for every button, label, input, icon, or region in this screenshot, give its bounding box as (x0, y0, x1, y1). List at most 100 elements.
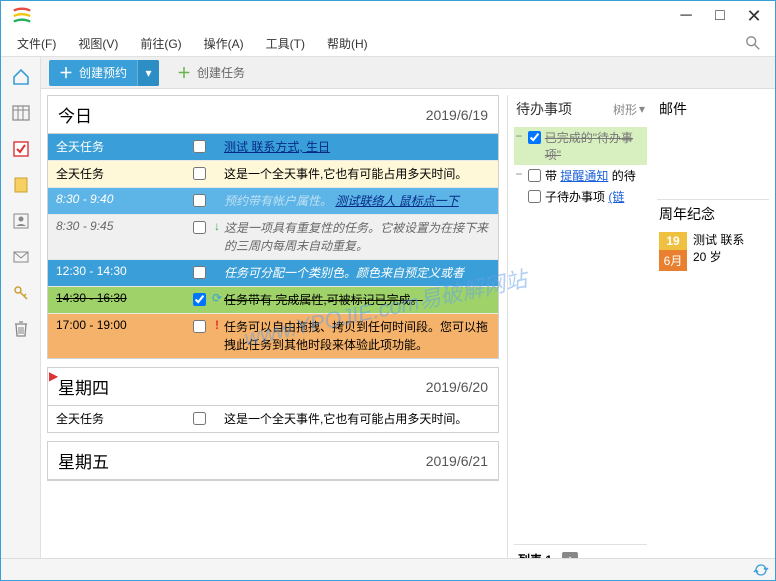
menu-view[interactable]: 视图(V) (68, 32, 128, 55)
sidebar-home[interactable] (7, 63, 35, 91)
event-checkbox[interactable] (193, 167, 206, 180)
anniversary-text: 测试 联系 20 岁 (693, 232, 744, 271)
event-row[interactable]: 全天任务 这是一个全天事件,它也有可能占用多天时间。 (48, 161, 498, 188)
event-text: 任务带有 完成属性,可被标记已完成。 (224, 287, 498, 313)
create-task-label: 创建任务 (197, 64, 245, 81)
event-checkbox[interactable] (193, 412, 206, 425)
event-time: 全天任务 (48, 134, 188, 159)
menu-file[interactable]: 文件(F) (7, 32, 66, 55)
event-row[interactable]: 8:30 - 9:40预约带有帐户属性。 测试联络人 鼠标点一下 (48, 188, 498, 215)
calendar-panel: 今日2019/6/19全天任务测试 联系方式, 生日全天任务这是一个全天事件,它… (47, 95, 499, 574)
day-block: 今日2019/6/19全天任务测试 联系方式, 生日全天任务这是一个全天事件,它… (47, 95, 499, 359)
sync-icon[interactable] (753, 562, 769, 578)
event-time: 12:30 - 14:30 (48, 260, 188, 282)
close-button[interactable]: ✕ (737, 2, 771, 30)
todo-view-mode[interactable]: 树形 ▾ (613, 101, 645, 118)
day-date: 2019/6/19 (426, 107, 488, 123)
todo-panel: 待办事项 树形 ▾ −已完成的"待办事项"−带 提醒通知 的待子待办事项 (链 … (507, 95, 647, 574)
sidebar-contacts[interactable] (7, 207, 35, 235)
menu-goto[interactable]: 前往(G) (130, 32, 191, 55)
todo-text: 带 提醒通知 的待 (545, 167, 636, 184)
event-link[interactable]: 测试联络人 鼠标点一下 (335, 194, 458, 208)
event-marker (210, 260, 224, 264)
sidebar-calendar[interactable] (7, 99, 35, 127)
sidebar (1, 57, 41, 580)
mail-header[interactable]: 邮件 (657, 95, 769, 129)
event-marker (210, 188, 224, 192)
event-checkbox[interactable] (193, 140, 206, 153)
sidebar-trash[interactable] (7, 315, 35, 343)
create-appointment-dropdown[interactable]: ▾ (137, 60, 159, 86)
sidebar-tasks[interactable] (7, 135, 35, 163)
event-time: 14:30 - 16:30 (48, 287, 188, 309)
tree-toggle[interactable]: − (514, 167, 524, 181)
anniversary-item[interactable]: 19 6月 测试 联系 20 岁 (657, 230, 769, 273)
todo-checkbox[interactable] (528, 131, 541, 144)
minimize-button[interactable]: ─ (669, 2, 703, 30)
toolbar: ＋ 创建预约 ▾ ＋ 创建任务 (41, 57, 775, 89)
day-name: 星期五 (58, 448, 109, 473)
event-checkbox[interactable] (193, 293, 206, 306)
titlebar: ─ □ ✕ (1, 1, 775, 31)
event-time: 全天任务 (48, 161, 188, 186)
event-time: 8:30 - 9:40 (48, 188, 188, 210)
todo-text: 已完成的"待办事项" (545, 129, 647, 163)
day-block: 星期五2019/6/21 (47, 441, 499, 481)
plus-icon: ＋ (59, 63, 73, 83)
current-time-indicator: ▶ (49, 369, 58, 383)
event-row[interactable]: 17:00 - 19:00!任务可以自由拖拽、拷贝到任何时间段。您可以拖拽此任务… (48, 314, 498, 358)
event-marker (210, 406, 224, 410)
app-logo (11, 5, 33, 27)
event-row[interactable]: 12:30 - 14:30 任务可分配一个类别色。颜色来自预定义或者 (48, 260, 498, 287)
event-row[interactable]: 全天任务 这是一个全天事件,它也有可能占用多天时间。 (48, 406, 498, 432)
event-row[interactable]: 8:30 - 9:45 ↓这是一项具有重复性的任务。它被设置为在接下来的三周内每周… (48, 215, 498, 260)
day-header[interactable]: 星期四2019/6/20 (48, 368, 498, 406)
event-time: 17:00 - 19:00 (48, 314, 188, 336)
event-text: 这是一个全天事件,它也有可能占用多天时间。 (224, 406, 498, 432)
menu-action[interactable]: 操作(A) (194, 32, 254, 55)
event-row[interactable]: 14:30 - 16:30 ⟳任务带有 完成属性,可被标记已完成。 (48, 287, 498, 314)
sidebar-notes[interactable] (7, 171, 35, 199)
event-checkbox[interactable] (193, 221, 206, 234)
date-badge: 19 6月 (659, 232, 687, 271)
todo-tree: − 已完成的"待办事项" − 带 提醒通知 的待子待办事项 (链 (514, 127, 647, 544)
event-marker: ⟳ (210, 287, 224, 305)
event-time: 8:30 - 9:45 (48, 215, 188, 237)
day-name: 今日 (58, 102, 92, 127)
todo-checkbox[interactable] (528, 169, 541, 182)
event-marker: ↓ (210, 215, 224, 233)
event-text: 任务可以自由拖拽、拷贝到任何时间段。您可以拖拽此任务到其他时段来体验此项功能。 (224, 314, 498, 358)
create-task-button[interactable]: ＋ 创建任务 (177, 63, 245, 83)
search-icon[interactable] (745, 35, 763, 53)
event-marker (210, 134, 224, 138)
todo-checkbox[interactable] (528, 190, 541, 203)
todo-title: 待办事项 (516, 99, 572, 119)
anniversary-header: 周年纪念 (657, 199, 769, 230)
event-link[interactable]: 测试 联系方式, 生日 (224, 140, 330, 154)
create-appointment-button[interactable]: ＋ 创建预约 ▾ (49, 60, 159, 86)
tree-toggle[interactable]: − (514, 129, 524, 143)
day-header[interactable]: 今日 2019/6/19 (48, 96, 498, 134)
todo-item[interactable]: 子待办事项 (链 (514, 186, 647, 207)
plus-icon: ＋ (177, 63, 191, 83)
event-time: 全天任务 (48, 406, 188, 431)
day-block: 星期四2019/6/20全天任务 这是一个全天事件,它也有可能占用多天时间。 (47, 367, 499, 433)
todo-item[interactable]: − 带 提醒通知 的待 (514, 165, 647, 186)
event-row[interactable]: 全天任务 测试 联系方式, 生日 (48, 134, 498, 161)
todo-text: 子待办事项 (链 (545, 188, 624, 205)
menu-help[interactable]: 帮助(H) (317, 32, 378, 55)
sidebar-mail[interactable] (7, 243, 35, 271)
event-text: 这是一个全天事件,它也有可能占用多天时间。 (224, 161, 498, 187)
todo-item[interactable]: − 已完成的"待办事项" (514, 127, 647, 165)
event-checkbox[interactable] (193, 194, 206, 207)
menu-tools[interactable]: 工具(T) (256, 32, 315, 55)
event-checkbox[interactable] (193, 320, 206, 333)
create-appointment-label: 创建预约 (79, 64, 127, 81)
event-text: 这是一项具有重复性的任务。它被设置为在接下来的三周内每周末自动重复。 (224, 215, 498, 259)
event-text: 任务可分配一个类别色。颜色来自预定义或者 (224, 260, 498, 286)
day-header[interactable]: 星期五2019/6/21 (48, 442, 498, 480)
right-panel: 邮件 周年纪念 19 6月 测试 联系 20 岁 (655, 95, 769, 574)
maximize-button[interactable]: □ (703, 2, 737, 30)
sidebar-passwords[interactable] (7, 279, 35, 307)
event-checkbox[interactable] (193, 266, 206, 279)
